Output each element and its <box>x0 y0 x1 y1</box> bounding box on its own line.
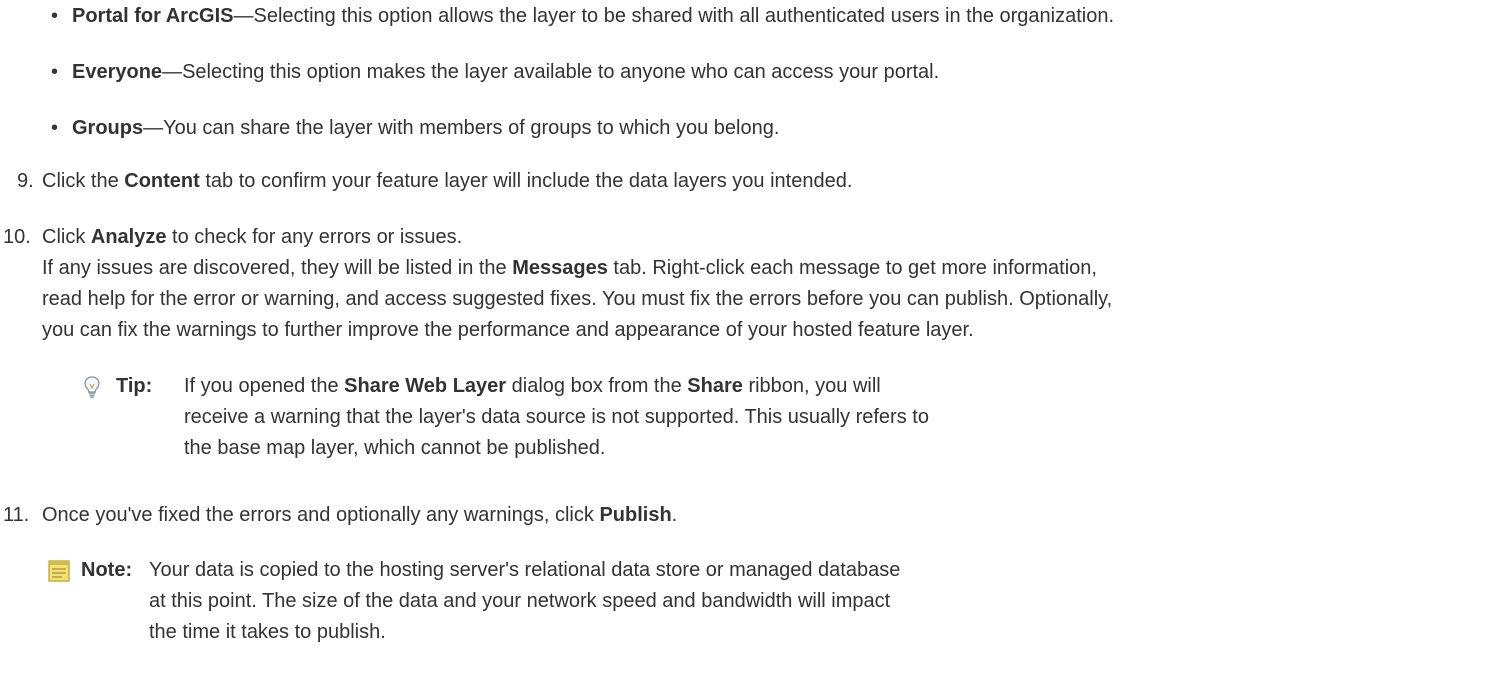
bullet-text: —Selecting this option allows the layer … <box>233 5 1115 27</box>
note-icon <box>47 559 71 583</box>
bullet-bold: Portal for ArcGIS <box>72 5 234 27</box>
note-callout: Note: Your data is copied to the hosting… <box>47 555 917 655</box>
bullet-dot: • <box>51 117 59 139</box>
bullet-text: —You can share the layer with members of… <box>143 117 780 139</box>
step-number: 11. <box>3 504 30 526</box>
step-text: . <box>671 504 678 526</box>
analyze-ref: Analyze <box>90 226 167 248</box>
share-web-layer-ref: Share Web Layer <box>344 375 507 397</box>
bullet-dot: • <box>51 61 59 83</box>
note-body: Your data is copied to the hosting serve… <box>149 555 900 648</box>
bullet-text: —Selecting this option makes the layer a… <box>162 61 940 83</box>
messages-tab-ref: Messages <box>512 257 608 279</box>
tip-callout: Tip: If you opened the Share Web Layer d… <box>80 371 929 467</box>
step-10-paragraph: If any issues are discovered, they will … <box>42 253 1482 346</box>
step-text: Click <box>42 226 91 248</box>
tip-text: If you opened the <box>184 375 345 397</box>
share-ribbon-ref: Share <box>687 375 743 397</box>
tip-label: Tip: <box>116 375 153 397</box>
step-text: tab to confirm your feature layer will i… <box>199 170 853 192</box>
publish-ref: Publish <box>599 504 672 526</box>
lightbulb-icon <box>80 375 104 399</box>
step-text: to check for any errors or issues. <box>166 226 463 248</box>
note-line: at this point. The size of the data and … <box>149 590 891 612</box>
step-number: 9. <box>17 170 34 192</box>
step-text: Once you've fixed the errors and optiona… <box>42 504 600 526</box>
para-line: you can fix the warnings to further impr… <box>42 319 974 341</box>
step-text: Click the <box>42 170 125 192</box>
note-line: Your data is copied to the hosting serve… <box>149 559 901 581</box>
bullet-dot: • <box>51 5 59 27</box>
bullet-bold: Groups <box>72 117 144 139</box>
para-text: tab. Right-click each message to get mor… <box>607 257 1097 279</box>
document-page: • Portal for ArcGIS—Selecting this optio… <box>0 0 1499 700</box>
tip-body: If you opened the Share Web Layer dialog… <box>184 371 929 464</box>
step-number: 10. <box>3 226 31 248</box>
tip-text: ribbon, you will <box>742 375 881 397</box>
bullet-bold: Everyone <box>72 61 163 83</box>
tip-text: dialog box from the <box>506 375 688 397</box>
tip-line: receive a warning that the layer's data … <box>184 406 929 428</box>
content-tab-ref: Content <box>124 170 200 192</box>
tip-line: the base map layer, which cannot be publ… <box>184 437 606 459</box>
para-line: read help for the error or warning, and … <box>42 288 1113 310</box>
note-line: the time it takes to publish. <box>149 621 386 643</box>
para-text: If any issues are discovered, they will … <box>42 257 513 279</box>
note-label: Note: <box>81 559 133 581</box>
